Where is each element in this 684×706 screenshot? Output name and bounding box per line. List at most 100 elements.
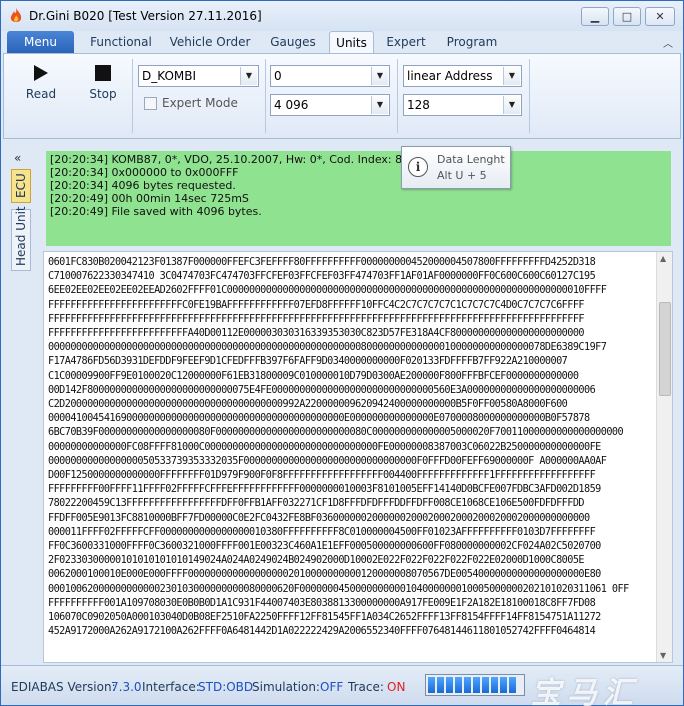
- simulation-value: OFF: [320, 680, 344, 694]
- side-tab-ecu[interactable]: ECU: [11, 169, 31, 203]
- hex-line: 78022200459C13FFFFFFFFFFFFFFFFFDFF0FFB1A…: [48, 498, 585, 510]
- hex-line: 2F02330300000101010101010149024A024A0249…: [48, 555, 585, 567]
- close-button[interactable]: ✕: [645, 7, 675, 26]
- hex-line: 0000000000000000050533739353332035F00000…: [48, 455, 607, 467]
- chevron-down-icon: ▼: [503, 96, 520, 114]
- hex-line: FFFFFFFFFFFFFFFFFFFFFFFFC0FE19BAFFFFFFFF…: [48, 299, 585, 311]
- info-icon: i: [408, 157, 428, 177]
- read-progress-bar: [425, 674, 525, 696]
- hex-line: FFFFFFFFF00FFFF11FFFF02FFFFFCFFFEFFFFFFF…: [48, 484, 601, 496]
- hex-line: FFFFFFFFFF001A109708030E0B0B0D1A1C931F44…: [48, 597, 596, 609]
- tab-menu[interactable]: Menu: [7, 31, 74, 53]
- trace-label: Trace:: [348, 680, 384, 694]
- log-line: [20:20:49] File saved with 4096 bytes.: [50, 205, 262, 218]
- hex-line: 106070C0902050A000103040D0B08EF2510FA225…: [48, 612, 601, 624]
- side-tab-ecu-label: ECU: [14, 173, 28, 198]
- ediabas-version-label: EDIABAS Version:: [11, 680, 116, 694]
- trace-value: ON: [387, 680, 406, 694]
- hex-line: 6EE02EE02EE02EE02EEAD2602FFFF01C00000000…: [48, 285, 607, 297]
- progress-segment: [464, 677, 471, 693]
- maximize-button[interactable]: □: [613, 7, 641, 26]
- tab-functional[interactable]: Functional: [83, 31, 159, 53]
- tab-program[interactable]: Program: [441, 31, 503, 53]
- app-window: Dr.Gini B020 [Test Version 27.11.2016] ▁…: [0, 0, 684, 706]
- tab-vehicle-order[interactable]: Vehicle Order: [165, 31, 255, 53]
- ribbon-separator: [265, 59, 266, 133]
- log-line: [20:20:34] KOMB87, 0*, VDO, 25.10.2007, …: [50, 153, 403, 166]
- hex-line: C1C00009900FF9E0100020C12000000F61EB3180…: [48, 370, 579, 382]
- hex-line: 0000000000000000000000000000000000000000…: [48, 342, 607, 354]
- progress-segment: [491, 677, 498, 693]
- hex-line: FFFFFFFFFFFFFFFFFFFFFFFFFA40D00112E00000…: [48, 328, 585, 340]
- hex-line: 452A9172000A262A9172100A262FFFF0A6481442…: [48, 626, 596, 638]
- hex-line: 0001006200000000000023010300000000008000…: [48, 583, 629, 595]
- hex-line: C710007622330347410 3C0474703FC474703FFC…: [48, 271, 596, 283]
- hex-line: F17A4786FD56D3931DEFDDF9FEEF9D1CFEDFFFB3…: [48, 356, 568, 368]
- ribbon-separator: [397, 59, 398, 133]
- window-title: Dr.Gini B020 [Test Version 27.11.2016]: [29, 9, 262, 23]
- address-mode-value: linear Address: [407, 69, 493, 83]
- vertical-scrollbar[interactable]: ▲ ▼: [656, 252, 672, 662]
- ribbon-separator: [132, 59, 133, 133]
- hex-line: 6BC70B39F00000000000000000080F0000000000…: [48, 427, 624, 439]
- chevron-down-icon: ▼: [371, 96, 388, 114]
- minimize-icon: ▁: [590, 10, 600, 23]
- tooltip-shortcut: Alt U + 5: [437, 169, 487, 182]
- ribbon-tab-bar: Menu Functional Vehicle Order Gauges Uni…: [1, 31, 683, 53]
- hex-line: FF0C3600331000FFFF0C3600321000FFFF001E00…: [48, 541, 601, 553]
- chevron-down-icon: ▼: [371, 67, 388, 85]
- simulation-label: Simulation:: [252, 680, 320, 694]
- hex-line: 0601FC830B020042123F01387F000000FFEFC3FE…: [48, 257, 596, 268]
- stop-button[interactable]: Stop: [79, 65, 127, 119]
- chevron-down-icon: ▼: [503, 67, 520, 85]
- block-size-combo[interactable]: 128 ▼: [403, 94, 522, 116]
- minimize-button[interactable]: ▁: [581, 7, 609, 26]
- side-tab-head-unit-label: Head Unit: [14, 206, 28, 266]
- data-length-value: 4 096: [274, 98, 309, 112]
- hex-dump-panel[interactable]: 0601FC830B020042123F01387F000000FFEFC3FE…: [43, 251, 673, 663]
- side-tab-head-unit[interactable]: Head Unit: [11, 206, 31, 271]
- interface-value: STD:OBD: [198, 680, 254, 694]
- hex-line: FFDFF005E9013FC8810000BFF7FD00000C0E2FC0…: [48, 512, 590, 524]
- stop-label: Stop: [89, 87, 117, 101]
- ecu-combo[interactable]: D_KOMBI ▼: [138, 65, 259, 87]
- scroll-down-icon[interactable]: ▼: [660, 651, 666, 660]
- ribbon-collapse-icon[interactable]: ︿: [663, 35, 673, 50]
- expert-mode-label: Expert Mode: [162, 96, 238, 110]
- maximize-icon: □: [621, 10, 633, 23]
- tab-units[interactable]: Units: [329, 31, 374, 53]
- double-chevron-left-icon[interactable]: «: [14, 151, 21, 165]
- progress-segment: [500, 677, 507, 693]
- progress-segment: [437, 677, 444, 693]
- title-bar: Dr.Gini B020 [Test Version 27.11.2016] ▁…: [1, 1, 683, 31]
- log-line: [20:20:49] 00h 00min 14sec 725mS: [50, 192, 249, 205]
- chevron-down-icon: ▼: [240, 67, 257, 85]
- flame-app-icon: [10, 8, 22, 22]
- hex-line: 00000000000000FC08FFFF81000C000000000000…: [48, 441, 601, 453]
- block-size-value: 128: [407, 98, 430, 112]
- scrollbar-thumb[interactable]: [659, 302, 671, 396]
- log-panel: [20:20:34] KOMB87, 0*, VDO, 25.10.2007, …: [46, 151, 671, 246]
- tooltip-title: Data Lenght: [437, 153, 505, 166]
- scroll-up-icon[interactable]: ▲: [660, 254, 666, 263]
- stop-icon: [95, 65, 111, 81]
- ecu-combo-value: D_KOMBI: [142, 69, 197, 83]
- data-length-combo[interactable]: 4 096 ▼: [270, 94, 390, 116]
- tab-gauges[interactable]: Gauges: [263, 31, 323, 53]
- progress-segment: [509, 677, 516, 693]
- start-address-combo[interactable]: 0 ▼: [270, 65, 390, 87]
- progress-segment: [455, 677, 462, 693]
- ediabas-version-value: 7.3.0: [111, 680, 142, 694]
- hex-line: 0000410045416900000000000000000000000000…: [48, 413, 590, 425]
- log-line: [20:20:34] 4096 bytes requested.: [50, 179, 236, 192]
- read-label: Read: [25, 87, 57, 101]
- tab-expert[interactable]: Expert: [383, 31, 429, 53]
- expert-mode-checkbox[interactable]: [144, 97, 157, 110]
- address-mode-combo[interactable]: linear Address ▼: [403, 65, 522, 87]
- read-button[interactable]: Read: [17, 65, 65, 119]
- progress-segment: [428, 677, 435, 693]
- hex-line: 0062000100010E000E000FFFF000000000000000…: [48, 569, 601, 581]
- hex-line: D00F1250000000000000FFFFFFFF01D979F900F0…: [48, 470, 596, 482]
- progress-segment: [446, 677, 453, 693]
- hex-dump-text: 0601FC830B020042123F01387F000000FFEFC3FE…: [48, 256, 652, 639]
